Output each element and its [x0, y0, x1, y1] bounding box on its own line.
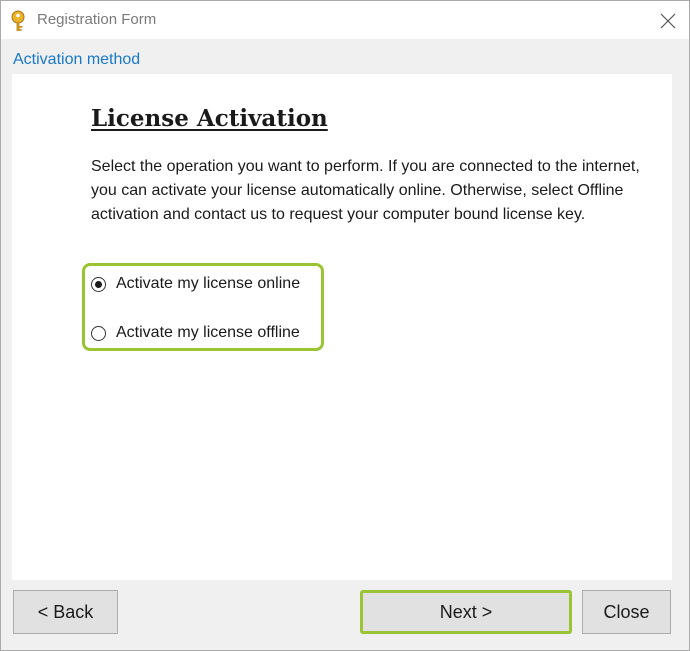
- option-activate-online[interactable]: Activate my license online: [91, 272, 300, 296]
- activation-option-group: Activate my license online Activate my l…: [82, 263, 324, 351]
- key-icon: [11, 10, 25, 31]
- option-activate-offline[interactable]: Activate my license offline: [91, 321, 300, 345]
- section-header: Activation method: [13, 51, 141, 68]
- close-button[interactable]: Close: [582, 590, 671, 634]
- description-text: Select the operation you want to perform…: [91, 158, 640, 223]
- close-icon[interactable]: [657, 11, 679, 31]
- radio-online[interactable]: [91, 276, 106, 292]
- option-offline-label: Activate my license offline: [116, 324, 300, 341]
- content-panel: License Activation Select the operation …: [12, 74, 672, 580]
- back-button[interactable]: < Back: [13, 590, 118, 634]
- option-online-label: Activate my license online: [116, 275, 301, 292]
- registration-form-window: Registration Form Activation method Lice…: [0, 0, 690, 651]
- page-heading: License Activation: [91, 105, 328, 132]
- radio-offline[interactable]: [91, 325, 106, 341]
- next-button[interactable]: Next >: [360, 590, 572, 634]
- window-title: Registration Form: [37, 11, 157, 28]
- title-bar[interactable]: Registration Form: [1, 1, 689, 39]
